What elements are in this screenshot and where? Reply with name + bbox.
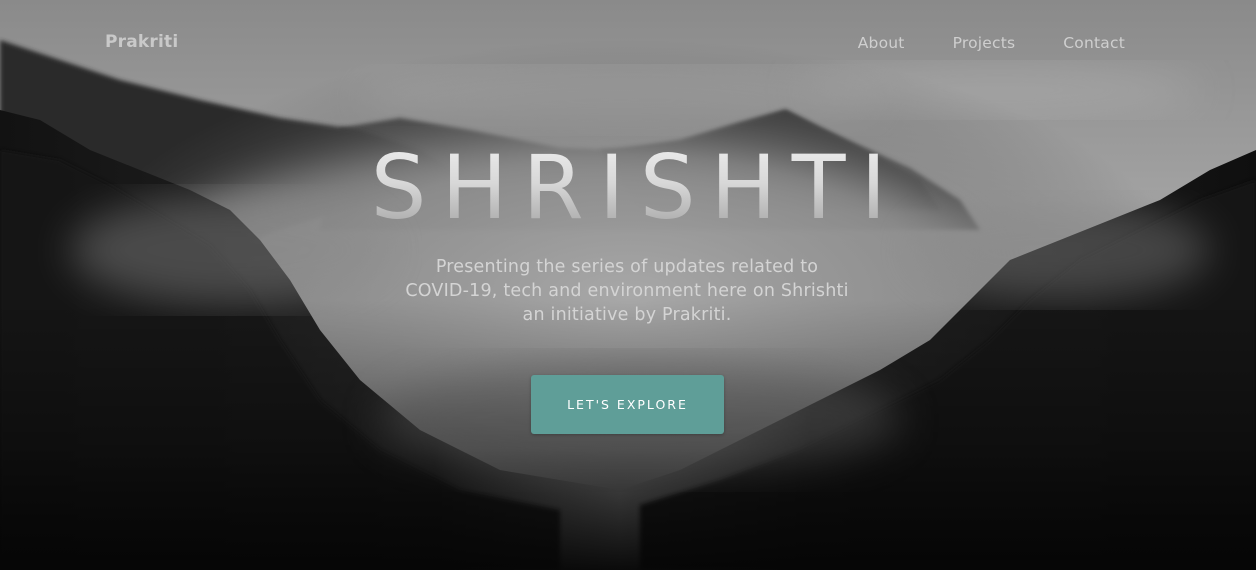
top-navbar: Prakriti About Projects Contact <box>0 0 1256 88</box>
hero-section: Prakriti About Projects Contact SHRISHTI… <box>0 0 1256 570</box>
nav-link-about[interactable]: About <box>858 34 905 52</box>
brand-logo[interactable]: Prakriti <box>105 32 178 52</box>
hero-title: SHRISHTI <box>0 133 1256 243</box>
explore-button[interactable]: LET'S EXPLORE <box>531 375 724 434</box>
nav-link-contact[interactable]: Contact <box>1063 34 1125 52</box>
nav-link-projects[interactable]: Projects <box>953 34 1016 52</box>
hero-subtitle: Presenting the series of updates related… <box>405 257 849 325</box>
nav-links: About Projects Contact <box>810 34 1125 52</box>
